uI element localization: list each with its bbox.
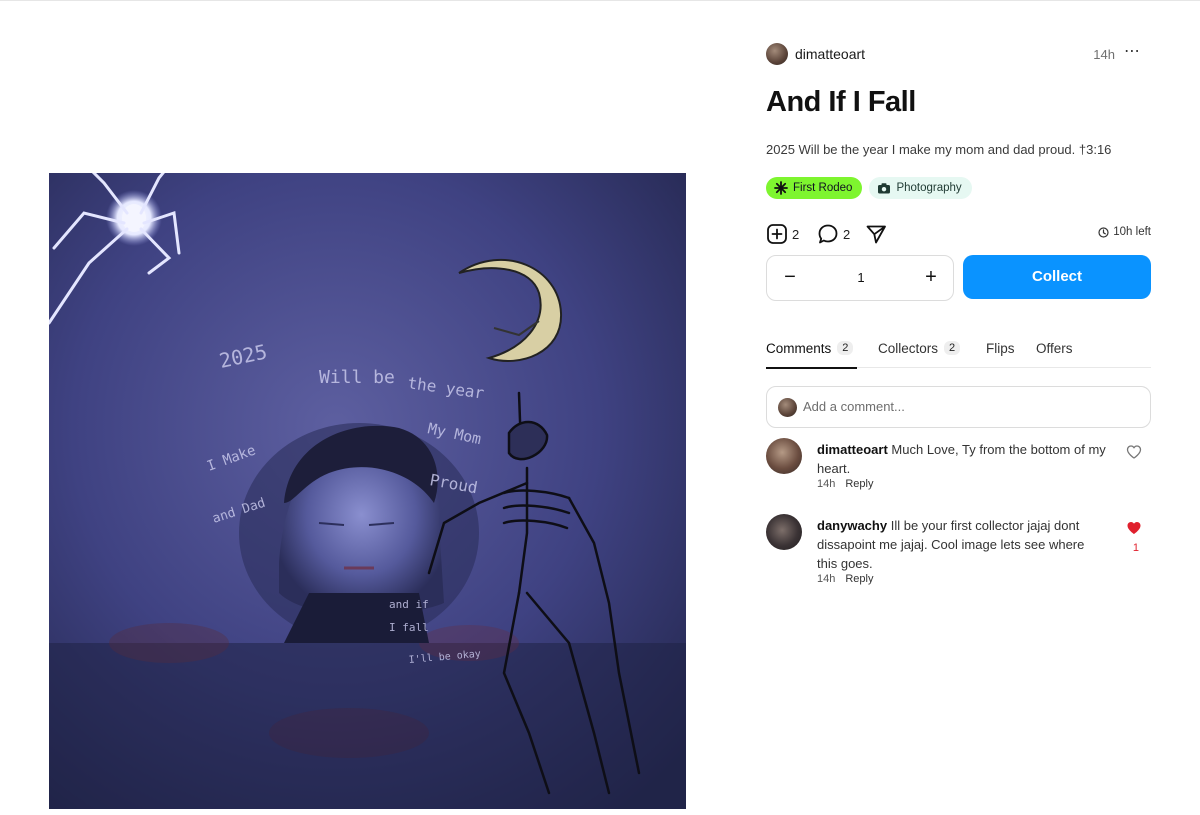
tab-count-badge: 2: [944, 341, 961, 355]
post-stats: 2 2 10h left: [766, 222, 1151, 246]
commenter-avatar[interactable]: [766, 438, 802, 474]
commenter-name[interactable]: danywachy: [817, 518, 887, 533]
clock-icon: [1098, 226, 1109, 238]
post-title: And If I Fall: [766, 86, 916, 118]
like-count: 1: [1132, 542, 1139, 554]
comment-count[interactable]: 2: [817, 222, 850, 246]
comment-input[interactable]: [803, 399, 1133, 414]
author-avatar[interactable]: [766, 43, 788, 65]
heart-filled-icon[interactable]: [1126, 520, 1142, 536]
tab-collectors[interactable]: Collectors 2: [878, 338, 961, 358]
post-details-panel: dimatteoart 14h ⋯ And If I Fall 2025 Wil…: [766, 0, 1151, 815]
collect-count-value: 2: [792, 226, 800, 242]
tag-label: Photography: [896, 182, 962, 194]
tab-bar: Comments 2 Collectors 2 Flips Offers: [766, 334, 1151, 369]
artwork-image[interactable]: 2025 Will be the year I Make My Mom and …: [49, 173, 686, 809]
author-row: dimatteoart 14h ⋯: [766, 43, 1151, 65]
comment-item: danywachy Ill be your first collector ja…: [766, 514, 1151, 594]
active-tab-indicator: [766, 367, 857, 369]
comment-bubble-icon: [818, 224, 838, 244]
camera-icon: [878, 183, 891, 194]
svg-text:Will be: Will be: [319, 367, 395, 388]
svg-text:I fall: I fall: [389, 621, 429, 634]
comment-count-value: 2: [843, 226, 851, 242]
quantity-increase-button[interactable]: +: [920, 267, 942, 289]
comment-meta: 14h Reply: [817, 478, 873, 490]
comment-composer: [766, 386, 1151, 428]
quantity-stepper: − 1 +: [766, 255, 954, 301]
comment-body: danywachy Ill be your first collector ja…: [817, 516, 1107, 573]
collect-count[interactable]: 2: [766, 222, 799, 246]
quantity-value[interactable]: 1: [847, 270, 875, 285]
current-user-avatar: [778, 398, 797, 417]
comment-body: dimatteoart Much Love, Ty from the botto…: [817, 440, 1107, 478]
time-left-label: 10h left: [1113, 226, 1151, 238]
collect-button[interactable]: Collect: [963, 255, 1151, 299]
tab-comments[interactable]: Comments 2: [766, 338, 854, 358]
tag-list: First Rodeo Photography: [766, 177, 972, 199]
send-icon: [866, 225, 886, 244]
heart-outline-icon[interactable]: [1126, 444, 1142, 460]
more-options-icon[interactable]: ⋯: [1123, 43, 1141, 63]
comment-time: 14h: [817, 573, 836, 585]
comment-meta: 14h Reply: [817, 573, 873, 585]
comment-time: 14h: [817, 478, 836, 490]
portrait-illustration: [239, 423, 479, 643]
share-button[interactable]: [865, 222, 887, 246]
reply-button[interactable]: Reply: [845, 573, 873, 585]
plus-square-icon: [767, 224, 787, 244]
sparkle-icon: [774, 181, 788, 195]
tab-count-badge: 2: [837, 341, 854, 355]
author-name[interactable]: dimatteoart: [795, 46, 865, 62]
tab-label: Comments: [766, 340, 832, 356]
commenter-avatar[interactable]: [766, 514, 802, 550]
time-left: 10h left: [1098, 226, 1151, 238]
tag-photography[interactable]: Photography: [869, 177, 972, 199]
tab-label: Offers: [1036, 340, 1073, 356]
tab-flips[interactable]: Flips: [986, 338, 1015, 358]
svg-text:and if: and if: [389, 598, 429, 611]
tag-first-rodeo[interactable]: First Rodeo: [766, 177, 863, 199]
comment-item: dimatteoart Much Love, Ty from the botto…: [766, 438, 1151, 500]
tab-offers[interactable]: Offers: [1036, 338, 1073, 358]
post-description: 2025 Will be the year I make my mom and …: [766, 142, 1112, 157]
post-time: 14h: [1093, 47, 1115, 62]
quantity-decrease-button[interactable]: −: [779, 267, 801, 289]
reply-button[interactable]: Reply: [845, 478, 873, 490]
tab-label: Collectors: [878, 340, 939, 356]
commenter-name[interactable]: dimatteoart: [817, 442, 888, 457]
tab-label: Flips: [986, 340, 1015, 356]
tag-label: First Rodeo: [793, 182, 853, 194]
